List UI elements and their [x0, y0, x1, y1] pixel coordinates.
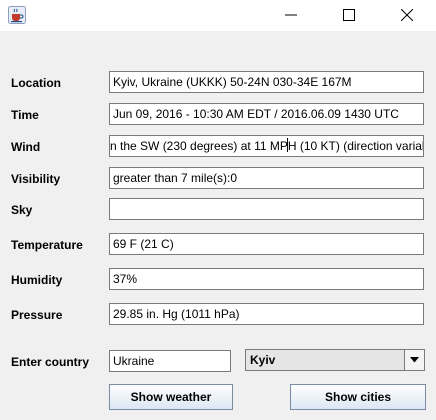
- location-field[interactable]: Kyiv, Ukraine (UKKK) 50-24N 030-34E 167M: [109, 71, 424, 93]
- show-weather-button[interactable]: Show weather: [109, 384, 233, 410]
- country-input[interactable]: Ukraine: [109, 350, 231, 372]
- visibility-field[interactable]: greater than 7 mile(s):0: [109, 167, 424, 189]
- dropdown-arrow-button[interactable]: [404, 350, 424, 370]
- wind-field[interactable]: n the SW (230 degrees) at 11 MPH (10 KT)…: [109, 135, 424, 157]
- city-select-value: Kyiv: [250, 353, 276, 367]
- temperature-label: Temperature: [11, 238, 83, 252]
- humidity-label: Humidity: [11, 273, 63, 287]
- time-field[interactable]: Jun 09, 2016 - 10:30 AM EDT / 2016.06.09…: [109, 103, 424, 125]
- pressure-label: Pressure: [11, 308, 63, 322]
- temperature-field[interactable]: 69 F (21 C): [109, 233, 424, 255]
- city-select[interactable]: Kyiv: [245, 349, 425, 371]
- location-label: Location: [11, 76, 61, 90]
- close-icon: [401, 9, 413, 21]
- java-cup-icon: [8, 6, 26, 24]
- humidity-field[interactable]: 37%: [109, 268, 424, 290]
- title-bar[interactable]: [0, 0, 436, 31]
- close-button[interactable]: [384, 0, 430, 31]
- sky-field[interactable]: [109, 198, 424, 220]
- minimize-button[interactable]: [268, 0, 314, 31]
- wind-label: Wind: [11, 140, 41, 154]
- show-cities-button[interactable]: Show cities: [290, 384, 426, 410]
- maximize-icon: [343, 9, 355, 21]
- wind-value-after-caret: H (10 KT) (direction varial: [287, 139, 424, 153]
- sky-label: Sky: [11, 203, 33, 217]
- chevron-down-icon: [410, 357, 419, 363]
- time-label: Time: [11, 108, 39, 122]
- maximize-button[interactable]: [326, 0, 372, 31]
- pressure-field[interactable]: 29.85 in. Hg (1011 hPa): [109, 303, 424, 325]
- enter-country-label: Enter country: [11, 355, 90, 369]
- visibility-label: Visibility: [11, 172, 61, 186]
- wind-value-before-caret: n the SW (230 degrees) at 11 MP: [110, 139, 288, 153]
- minimize-icon: [285, 14, 297, 16]
